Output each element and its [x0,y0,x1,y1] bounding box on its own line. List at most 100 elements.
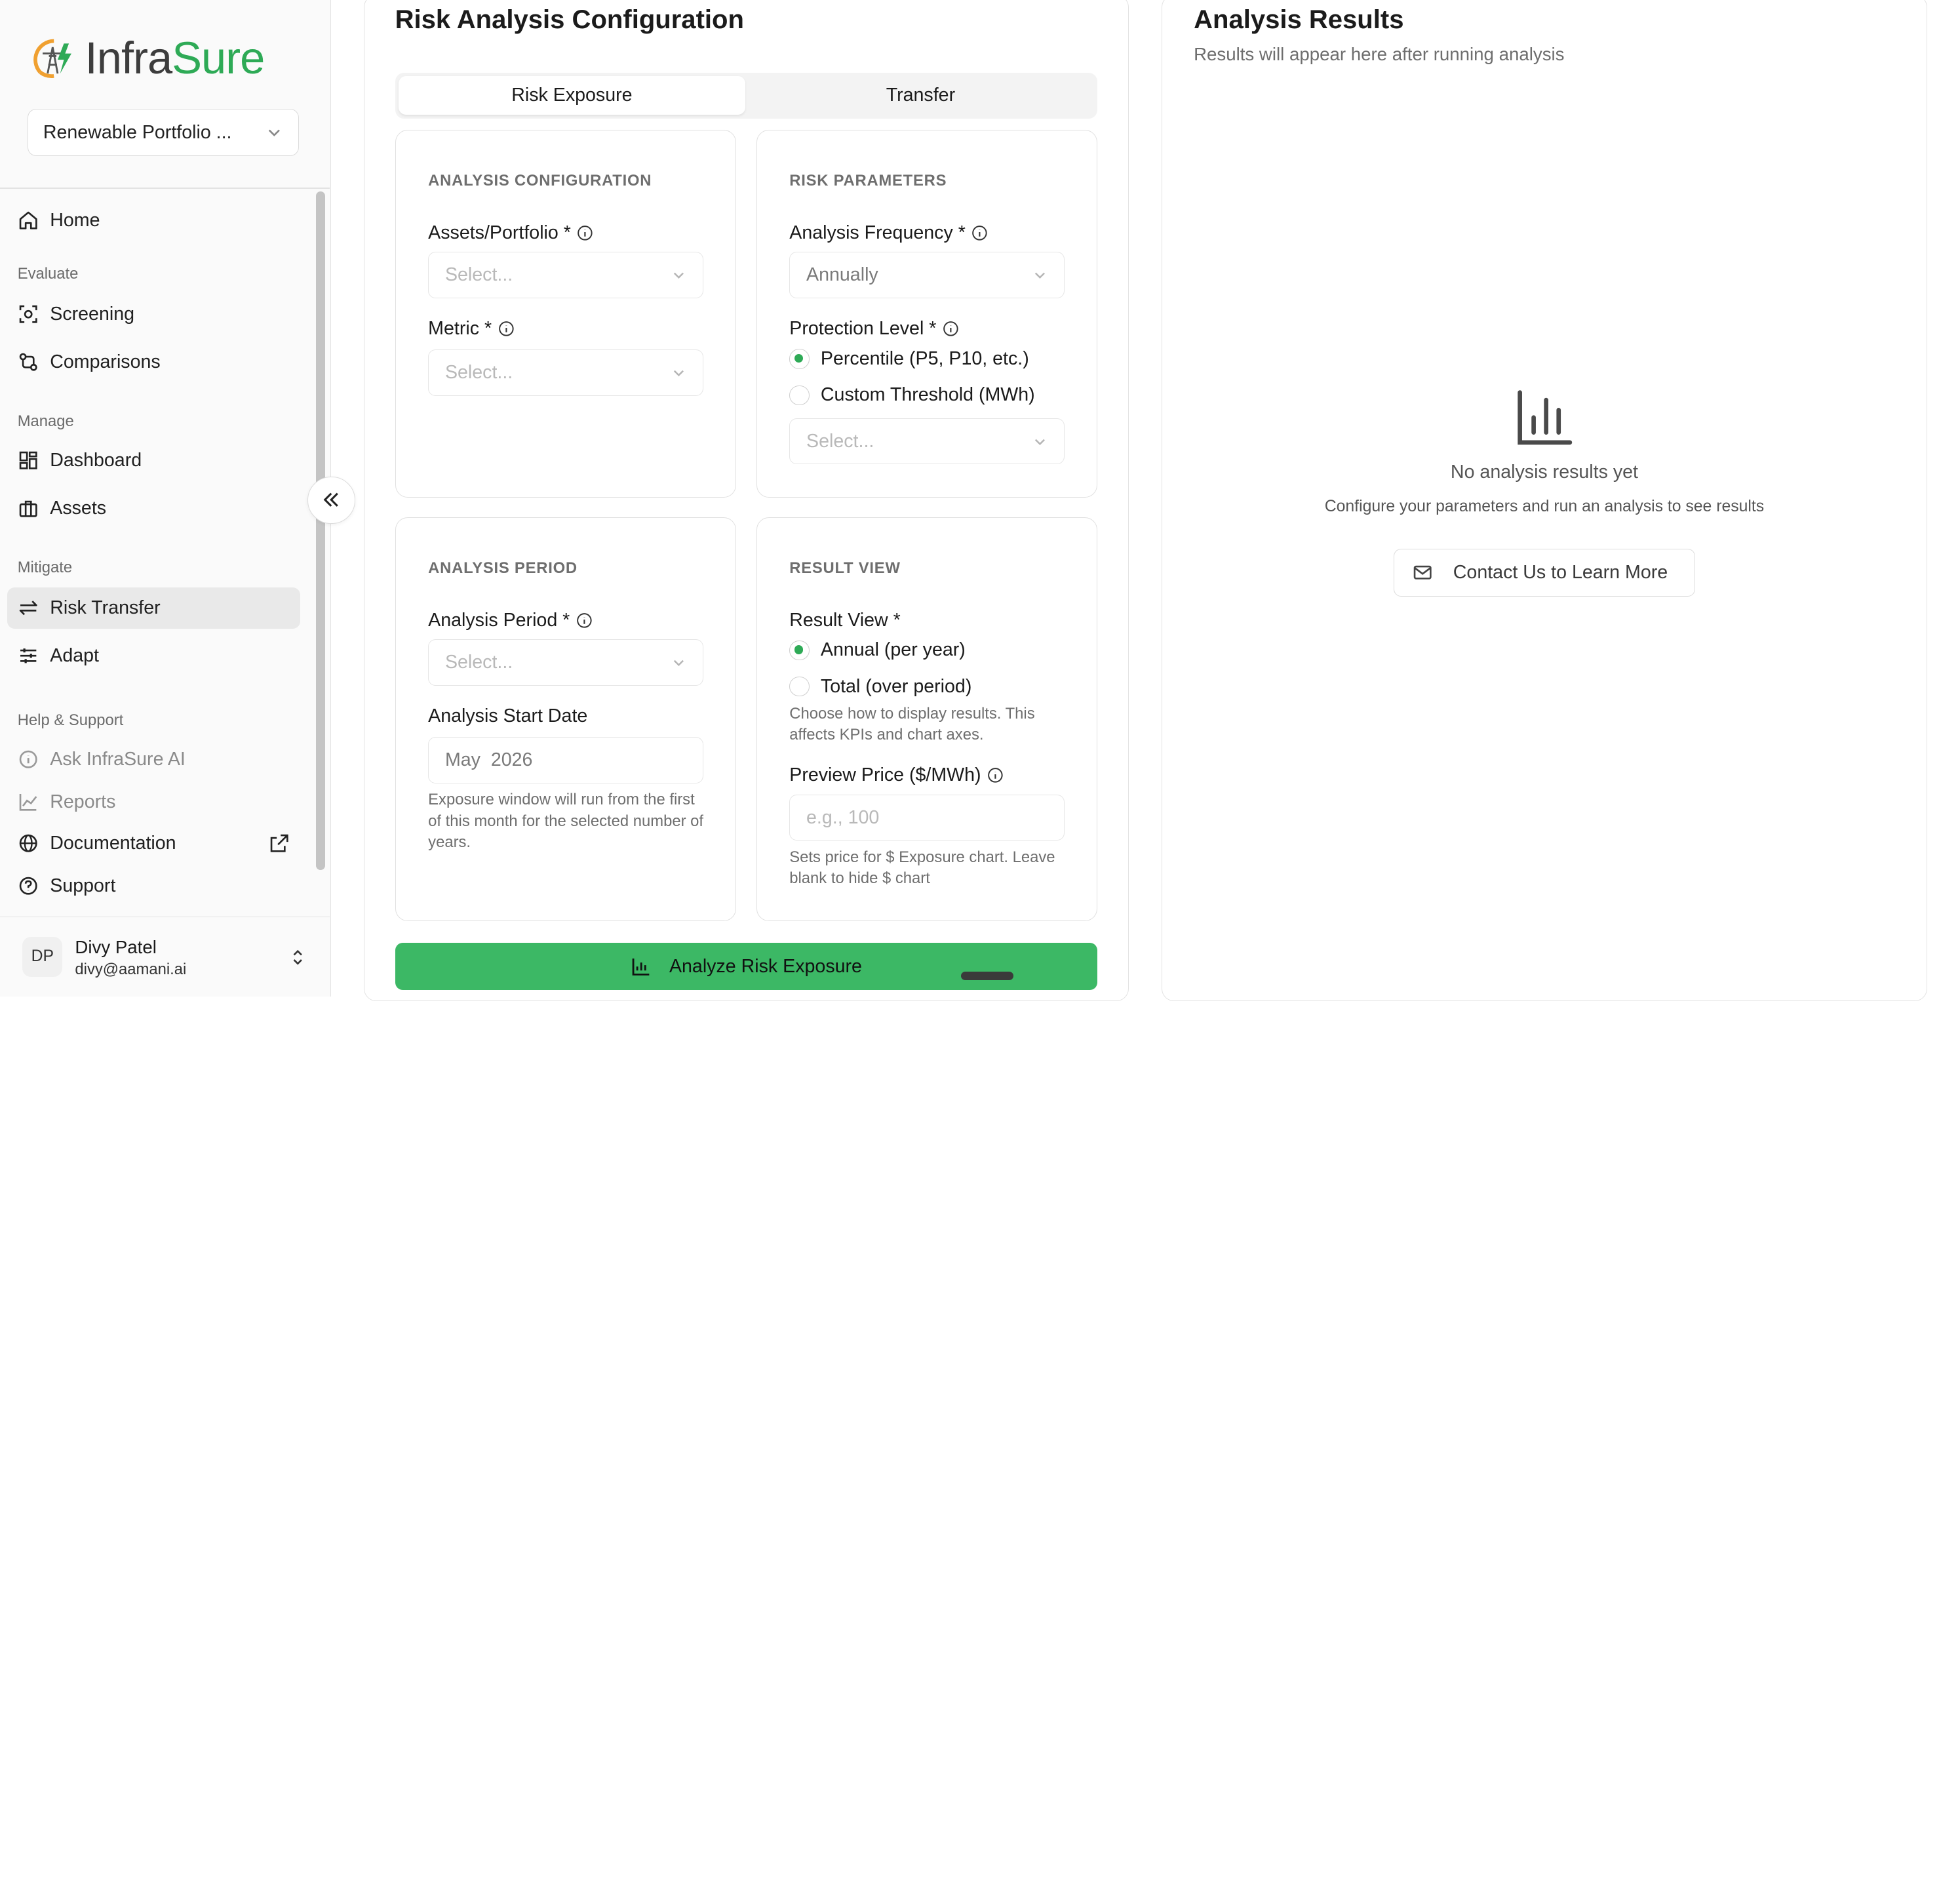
card-heading: RESULT VIEW [789,559,901,578]
period-label: Analysis Period * [428,610,592,631]
metric-select-placeholder: Select... [444,361,513,383]
radio-label: Percentile (P5, P10, etc.) [820,348,1029,370]
tab-risk-exposure[interactable]: Risk Exposure [399,76,745,115]
analyze-button-label: Analyze Risk Exposure [669,955,862,977]
portfolio-selector[interactable]: Renewable Portfolio ... [27,108,299,157]
metric-label-text: Metric * [428,318,492,340]
sidebar-item-dashboard[interactable]: Dashboard [7,440,300,481]
sidebar-item-support[interactable]: Support [7,865,300,907]
sidebar-item-label: Reports [50,791,116,812]
info-icon[interactable] [971,225,988,241]
avatar: DP [22,936,63,977]
radio-label: Total (over period) [820,675,972,697]
user-email: divy@aamani.ai [75,960,187,979]
assets-label: Assets/Portfolio * [428,222,593,244]
external-link-icon [270,834,288,852]
frequency-select-value: Annually [806,264,878,286]
sidebar-item-screening[interactable]: Screening [7,294,300,335]
page-title: Risk Analysis Configuration [395,5,744,34]
risk-parameters-card: RISK PARAMETERS Analysis Frequency * Ann… [756,130,1098,498]
radio-button[interactable] [789,349,810,369]
period-select[interactable]: Select... [428,639,703,686]
chevron-down-icon [1034,272,1046,279]
bar-chart-icon [1518,390,1573,445]
radio-label: Annual (per year) [820,639,966,661]
line-chart-icon [19,794,37,811]
protection-label: Protection Level * [789,318,958,340]
protection-option-percentile[interactable]: Percentile (P5, P10, etc.) [789,348,1029,370]
analysis-configuration-card: ANALYSIS CONFIGURATION Assets/Portfolio … [395,130,737,498]
sidebar: InfraSure Renewable Portfolio ... Home E… [0,0,332,997]
mail-icon [1413,565,1432,580]
sidebar-item-adapt[interactable]: Adapt [7,635,300,677]
nav-group-evaluate: Evaluate [17,265,79,283]
brand-name-part2: Sure [172,33,265,84]
assets-select[interactable]: Select... [428,252,703,298]
portfolio-selector-value: Renewable Portfolio ... [43,121,232,143]
collapse-sidebar-button[interactable] [307,476,355,524]
info-icon[interactable] [943,321,959,337]
sidebar-item-comparisons[interactable]: Comparisons [7,342,300,383]
home-icon [19,212,37,230]
assets-select-placeholder: Select... [444,264,513,286]
result-view-card: RESULT VIEW Result View * Annual (per ye… [756,517,1098,922]
metric-select[interactable]: Select... [428,349,703,396]
results-title: Analysis Results [1194,5,1404,34]
dashboard-icon [19,452,37,470]
arrows-exchange-icon [19,601,37,616]
git-compare-icon [19,353,37,371]
start-date-input[interactable]: May 2026 [428,737,703,783]
radio-button[interactable] [789,640,810,661]
sidebar-item-label: Dashboard [50,450,142,471]
protection-select[interactable]: Select... [789,418,1065,465]
radio-label: Custom Threshold (MWh) [820,384,1035,406]
tab-list: Risk Exposure Transfer [395,72,1098,119]
contact-us-button[interactable]: Contact Us to Learn More [1394,549,1695,597]
info-icon[interactable] [498,321,515,337]
brand-logo[interactable]: InfraSure [30,33,265,84]
period-select-placeholder: Select... [444,652,513,673]
chevron-down-icon [673,370,684,376]
drag-handle[interactable] [961,971,1014,980]
protection-select-placeholder: Select... [806,430,874,452]
chevron-down-icon [673,660,684,667]
info-icon[interactable] [576,612,593,629]
frequency-select[interactable]: Annually [789,252,1065,298]
sidebar-item-label: Screening [50,304,135,325]
price-label: Preview Price ($/MWh) [789,764,1004,786]
price-input[interactable]: e.g., 100 [789,794,1065,841]
chevrons-up-down-icon [293,949,302,965]
sidebar-item-label: Documentation [50,832,176,854]
sidebar-item-documentation[interactable]: Documentation [7,823,300,864]
info-icon[interactable] [577,225,593,241]
result-option-annual[interactable]: Annual (per year) [789,639,966,661]
protection-option-custom[interactable]: Custom Threshold (MWh) [789,384,1035,406]
brand-name-part1: Infra [85,33,173,84]
protection-label-text: Protection Level * [789,318,937,340]
help-circle-icon [19,877,37,895]
period-label-text: Analysis Period * [428,609,570,631]
info-icon[interactable] [987,767,1004,783]
price-input-placeholder: e.g., 100 [806,806,880,828]
sidebar-item-assets[interactable]: Assets [7,488,300,529]
sidebar-item-risk-transfer[interactable]: Risk Transfer [7,587,300,629]
globe-icon [19,834,37,852]
nav-group-help: Help & Support [17,711,124,730]
user-menu[interactable]: DP Divy Patel divy@aamani.ai [0,916,330,997]
logo-icon [33,39,71,79]
analyze-button[interactable]: Analyze Risk Exposure [395,942,1098,991]
sidebar-item-ask-ai[interactable]: Ask InfraSure AI [7,739,300,780]
frequency-label: Analysis Frequency * [789,222,988,244]
chevron-down-icon [673,272,684,279]
result-view-help: Choose how to display results. This affe… [789,704,1035,744]
divider [0,188,330,189]
sidebar-item-reports[interactable]: Reports [7,782,300,823]
result-view-label: Result View * [789,609,901,631]
radio-button[interactable] [789,385,810,406]
result-option-total[interactable]: Total (over period) [789,676,971,698]
sidebar-item-home[interactable]: Home [7,200,300,241]
sidebar-scrollbar[interactable] [316,191,325,871]
tab-transfer[interactable]: Transfer [747,76,1093,115]
radio-button[interactable] [789,676,810,697]
start-date-value: May 2026 [444,749,533,770]
